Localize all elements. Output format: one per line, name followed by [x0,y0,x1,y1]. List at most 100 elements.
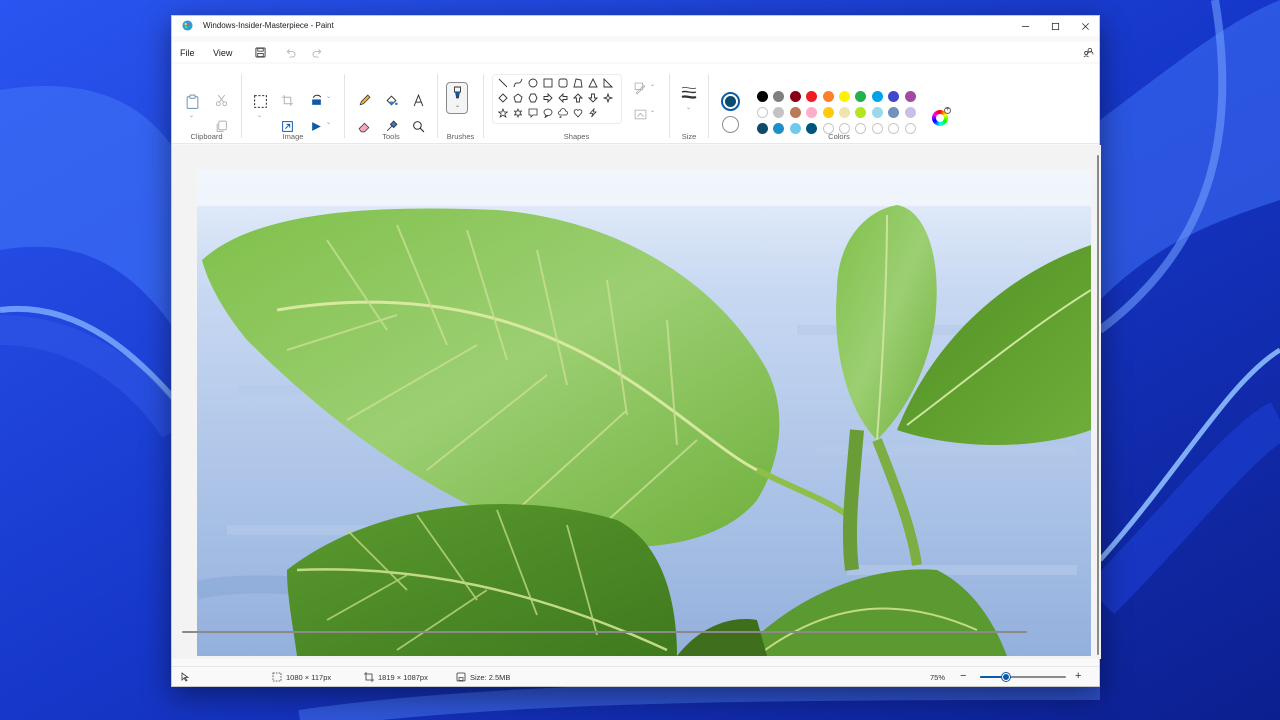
color-swatch[interactable] [839,107,850,118]
five-point-star-shape[interactable] [497,107,509,119]
color-swatch[interactable] [871,107,883,118]
account-icon [1083,47,1093,57]
account-button[interactable] [1081,45,1095,59]
oval-shape[interactable] [527,77,539,89]
left-arrow-shape[interactable] [557,92,569,104]
color-swatch[interactable] [789,91,801,102]
text-tool[interactable] [410,92,426,108]
color-swatch[interactable] [773,91,785,102]
maximize-button[interactable] [1040,16,1070,36]
color-swatch[interactable] [904,91,916,102]
undo-button[interactable] [283,45,297,59]
color-swatch[interactable] [822,91,834,102]
flip-dropdown-chevron-icon[interactable]: ⌄ [326,119,331,126]
rectangle-shape[interactable] [542,77,554,89]
paste-dropdown-chevron-icon[interactable]: ⌄ [189,112,194,119]
color-swatch[interactable] [904,107,916,118]
rotate-icon [311,94,321,105]
close-button[interactable] [1070,16,1100,36]
color-swatch[interactable] [757,91,768,102]
text-icon [413,93,423,106]
plus-icon: + [944,107,951,114]
six-point-star-shape[interactable] [512,107,524,119]
eraser-icon [358,122,369,132]
horizontal-scrollbar[interactable] [182,631,1027,633]
shapes-group-label: Shapes [563,132,590,141]
outline-dropdown-chevron-icon[interactable]: ⌄ [650,81,655,88]
scissors-icon [215,94,227,106]
line-shape[interactable] [497,77,509,89]
color-swatch[interactable] [773,107,785,118]
secondary-color-button[interactable] [722,116,739,133]
edit-colors-button[interactable]: + [932,107,951,126]
brushes-button[interactable]: ⌄ [446,82,468,114]
rotate-button[interactable] [308,92,324,108]
triangle-shape[interactable] [587,77,599,89]
color-swatch[interactable] [806,107,818,118]
lightning-shape[interactable] [587,107,599,119]
color-swatch[interactable] [871,91,883,102]
cloud-callout-shape[interactable] [557,107,569,119]
status-bar: 1080 × 117px 1819 × 1087px Size: 2.5MB 7… [172,666,1099,686]
rectangular-callout-icon [528,108,538,118]
color-swatch[interactable] [855,107,867,118]
rotate-dropdown-chevron-icon[interactable]: ⌄ [326,93,331,100]
select-dropdown-chevron-icon[interactable]: ⌄ [257,112,262,119]
right-arrow-shape[interactable] [542,92,554,104]
right-triangle-icon [603,78,613,88]
fill-dropdown-chevron-icon[interactable]: ⌄ [650,107,655,114]
select-button[interactable] [251,92,269,110]
primary-color-button[interactable] [721,92,740,111]
oval-callout-shape[interactable] [542,107,554,119]
color-swatch[interactable] [789,107,801,118]
color-swatch[interactable] [822,107,834,118]
right-triangle-shape[interactable] [602,77,614,89]
zoom-slider[interactable] [980,673,1066,681]
polygon-shape[interactable] [572,77,584,89]
crop-icon [281,94,293,106]
fill-tool[interactable] [383,92,399,108]
minimize-button[interactable] [1010,16,1040,36]
redo-button[interactable] [310,45,324,59]
down-arrow-shape[interactable] [587,92,599,104]
zoom-out-button[interactable]: − [960,670,966,682]
four-point-star-icon [603,93,613,103]
hexagon-shape[interactable] [527,92,539,104]
four-point-star-shape[interactable] [602,92,614,104]
file-size-text: Size: 2.5MB [470,673,511,682]
color-swatch[interactable] [806,91,818,102]
left-arrow-icon [558,93,568,103]
outline-button[interactable] [632,80,648,96]
diamond-shape[interactable] [497,92,509,104]
color-swatch[interactable] [757,107,768,118]
color-swatch[interactable] [855,91,867,102]
view-menu[interactable]: View [211,46,234,60]
triangle-icon [588,78,598,88]
fill-button[interactable] [632,106,648,122]
file-menu[interactable]: File [178,46,197,60]
zoom-slider-thumb[interactable] [1001,673,1010,681]
color-swatch[interactable] [888,91,900,102]
size-dropdown-chevron-icon[interactable]: ⌄ [686,104,691,111]
paint-app-icon [182,20,193,31]
pencil-tool[interactable] [356,92,372,108]
heart-shape[interactable] [572,107,584,119]
vertical-scrollbar[interactable] [1097,155,1099,655]
up-arrow-icon [573,93,583,103]
crop-button[interactable] [279,92,295,108]
pentagon-shape[interactable] [512,92,524,104]
magnifier-icon [412,120,424,132]
drawing-canvas[interactable] [197,170,1091,656]
up-arrow-shape[interactable] [572,92,584,104]
curve-shape[interactable] [512,77,524,89]
rounded-rectangle-shape[interactable] [557,77,569,89]
size-button[interactable] [680,84,698,102]
color-swatch[interactable] [888,107,900,118]
save-button[interactable] [253,45,267,59]
cut-button[interactable] [213,92,229,108]
color-swatch[interactable] [839,91,850,102]
rect-callout-shape[interactable] [527,107,539,119]
paste-button[interactable] [183,92,201,110]
zoom-in-button[interactable]: + [1075,670,1081,682]
size-group-label: Size [681,132,697,141]
